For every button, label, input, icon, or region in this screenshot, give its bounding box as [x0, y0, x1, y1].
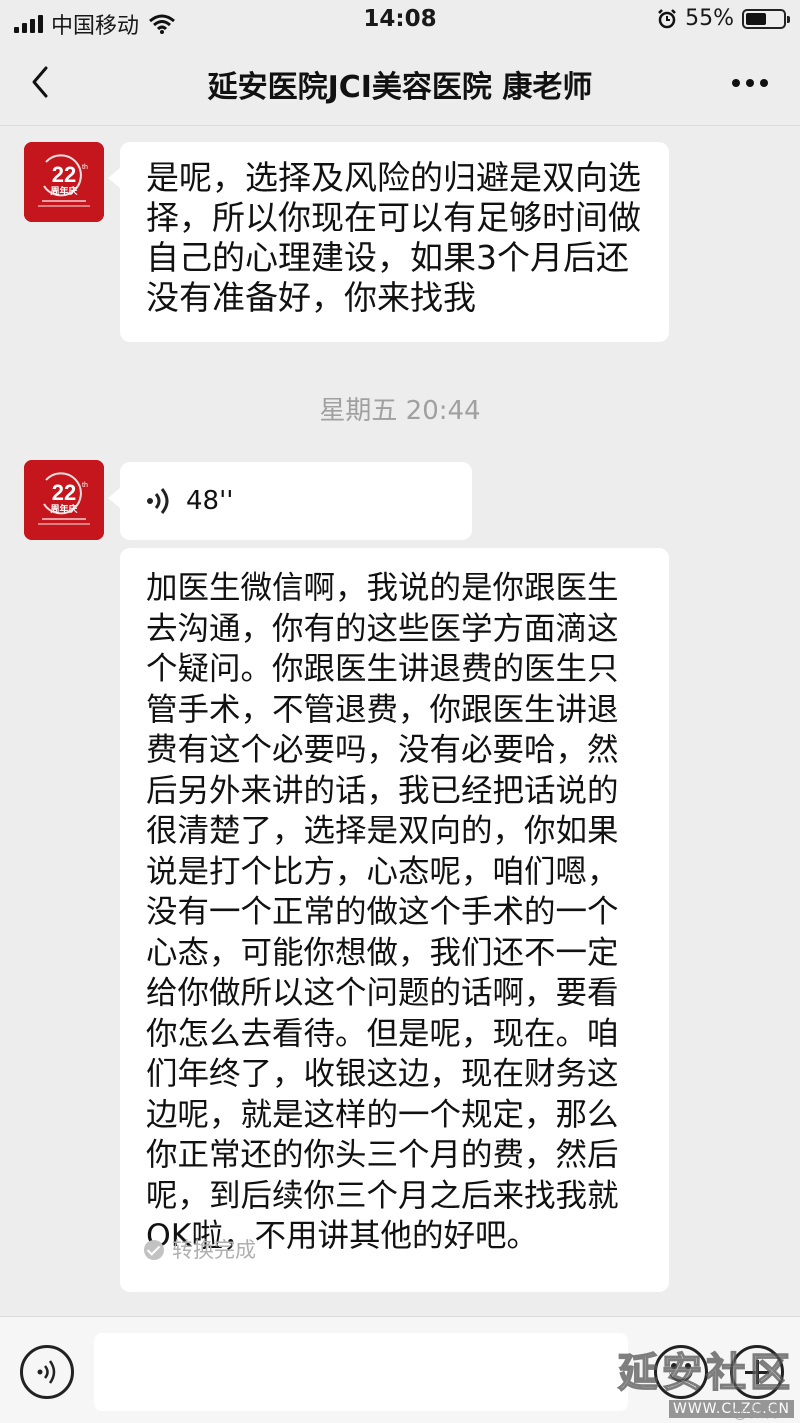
converted-label: 转换完成: [172, 1238, 256, 1262]
nav-bar: 延安医院JCI美容医院 康老师: [0, 40, 800, 126]
anniversary-logo-icon: 22 th 周年庆: [24, 142, 104, 222]
message-bubble[interactable]: 是呢，选择及风险的归避是双向选择，所以你现在可以有足够时间做自己的心理建设，如果…: [108, 142, 669, 342]
voice-input-button[interactable]: [20, 1345, 74, 1399]
voice-input-icon: [37, 1360, 56, 1384]
avatar-number: 22: [52, 480, 76, 505]
battery-percent: 55%: [685, 6, 734, 31]
weibo-watermark: @微博: [731, 1402, 780, 1421]
avatar-suffix: th: [82, 164, 88, 171]
message-text: 是呢，选择及风险的归避是双向选择，所以你现在可以有足够时间做自己的心理建设，如果…: [146, 158, 641, 317]
voice-message[interactable]: 48'': [108, 462, 472, 540]
converted-status: 转换完成: [144, 1230, 256, 1270]
anniversary-logo-icon: 22 th 周年庆: [24, 460, 104, 540]
voice-wave-icon: [147, 488, 169, 514]
avatar-caption: 周年庆: [50, 503, 77, 515]
avatar-caption: 周年庆: [50, 185, 77, 197]
voice-duration: 48'': [186, 486, 234, 516]
message-input[interactable]: [94, 1333, 628, 1411]
watermark-title: 延安社区: [617, 1348, 794, 1397]
back-arrow-icon[interactable]: [22, 62, 62, 102]
alarm-icon: [658, 8, 676, 28]
transcript-bubble[interactable]: 加医生微信啊，我说的是你跟医生去沟通，你有的这些医学方面滴这个疑问。你跟医生讲退…: [120, 548, 669, 1292]
chat-title: 延安医院JCI美容医院 康老师: [207, 70, 593, 105]
check-icon: [144, 1240, 164, 1260]
battery-icon: [742, 8, 790, 29]
status-right: 55%: [657, 6, 790, 31]
avatar[interactable]: 22 th 周年庆: [24, 460, 104, 540]
more-dots-icon[interactable]: [730, 68, 770, 98]
avatar-number: 22: [52, 162, 76, 187]
time-divider: 星期五 20:44: [319, 396, 481, 426]
avatar[interactable]: 22 th 周年庆: [24, 142, 104, 222]
status-bar: 中国移动 14:08 55%: [0, 0, 800, 40]
avatar-suffix: th: [82, 482, 88, 489]
transcript-text: 加医生微信啊，我说的是你跟医生去沟通，你有的这些医学方面滴这个疑问。你跟医生讲退…: [146, 570, 619, 1254]
